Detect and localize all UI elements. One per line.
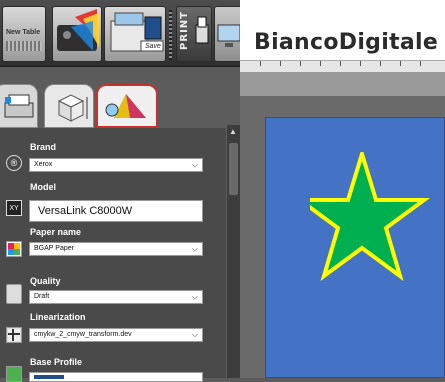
quality-select[interactable]: Draft ⌵ [29,290,203,304]
print-button[interactable]: PRINT [176,6,212,62]
grid-icon [8,329,20,341]
registered-glyph: ® [10,158,18,168]
paper-swatch-icon [8,243,20,255]
quality-value: Draft [34,293,50,300]
capture-button[interactable] [52,6,102,62]
color-profile-icon [105,94,146,118]
tab-color-profile[interactable] [96,84,158,128]
star-polygon[interactable] [310,152,431,282]
base-profile-select[interactable] [29,372,203,382]
cube-resize-icon [57,94,88,122]
base-profile-label: Base Profile [30,357,83,367]
printer-icon [4,94,34,118]
toolbar-grip [169,10,172,60]
chevron-down-icon: ⌵ [191,330,198,339]
save-button[interactable]: Save [104,6,166,62]
quality-icon [6,284,22,304]
scroll-up-icon[interactable]: ▲ [229,127,237,137]
quality-label: Quality [30,276,61,286]
linearization-icon [6,327,22,343]
brand-select[interactable]: Xerox ⌵ [29,158,203,172]
linearization-label: Linearization [30,312,86,322]
panel-tabs [0,80,240,130]
star-shape[interactable] [310,152,445,302]
main-toolbar: New Table Save PRINT [0,0,244,67]
model-value: VersaLink C8000W [38,205,133,217]
print-icon [195,16,209,44]
save-icon [110,12,164,52]
settings-scrollbar[interactable]: ▲ [227,125,240,378]
base-profile-swatch [34,375,64,379]
registered-icon: ® [6,155,22,171]
xy-icon: XY [6,200,22,216]
canvas-top-band [240,72,445,96]
linearization-select[interactable]: cmykw_2_cmyw_transform.dev ⌵ [29,328,203,342]
tab-printer-settings[interactable] [0,84,38,128]
brand-value: Xerox [34,161,53,168]
base-profile-icon [6,366,22,382]
model-input[interactable]: VersaLink C8000W [29,200,203,222]
chevron-down-icon: ⌵ [191,244,198,253]
table-grid-icon [6,41,42,51]
brand-label: Brand [30,142,57,152]
app-brand-title: BiancoDigitale [254,30,439,55]
paper-name-select[interactable]: BGAP Paper ⌵ [29,242,203,256]
xy-glyph: XY [9,204,19,212]
printer-color-icon [57,9,99,51]
brand-header: BiancoDigitale [240,0,445,66]
paper-name-label: Paper name [30,227,82,237]
tab-media-size[interactable] [44,84,94,128]
new-table-button[interactable]: New Table [2,6,46,62]
chevron-down-icon: ⌵ [191,292,198,301]
new-table-label: New Table [6,29,41,36]
model-label: Model [30,182,56,192]
paper-name-value: BGAP Paper [34,245,74,252]
monitor-icon [217,24,241,47]
chevron-down-icon: ⌵ [191,160,198,169]
scroll-thumb[interactable] [229,143,238,195]
print-label: PRINT [179,11,190,50]
save-label: Save [145,43,161,50]
linearization-value: cmykw_2_cmyw_transform.dev [34,331,132,338]
paper-icon [6,241,22,257]
